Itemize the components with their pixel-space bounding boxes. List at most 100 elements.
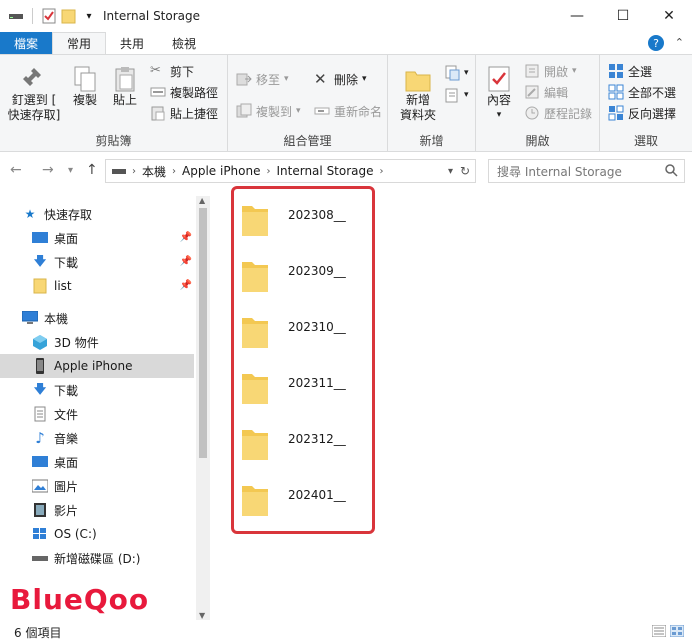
invert-selection-icon [608, 105, 624, 121]
nav-music[interactable]: ♪ 音樂 [0, 426, 194, 450]
watermark-logo: BlueQoo [10, 583, 150, 616]
copy-path-button[interactable]: 複製路徑 [150, 82, 218, 102]
qat-customize-icon[interactable]: ▾ [81, 8, 97, 24]
nav-list[interactable]: list 📌 [0, 274, 194, 298]
properties-qat-icon[interactable] [41, 8, 57, 24]
select-none-button[interactable]: 全部不選 [608, 82, 676, 102]
download-arrow-icon: 🡇 [33, 381, 47, 396]
nav-desktop[interactable]: 桌面 📌 [0, 226, 194, 250]
breadcrumb-iphone[interactable]: Apple iPhone [182, 164, 260, 178]
history-icon [525, 106, 539, 120]
copy-path-icon [150, 87, 166, 97]
desktop-icon [32, 454, 48, 470]
breadcrumb-chevron-icon[interactable]: › [267, 166, 271, 177]
select-group: 全選 全部不選 反向選擇 選取 [600, 55, 692, 152]
new-folder-button[interactable]: 新增 資料夾 [394, 65, 442, 123]
nav-apple-iphone[interactable]: Apple iPhone [0, 354, 194, 378]
paste-button[interactable]: 貼上 [108, 65, 142, 108]
cut-button[interactable]: ✂ 剪下 [150, 61, 194, 81]
nav-pictures[interactable]: 圖片 [0, 474, 194, 498]
details-view-icon[interactable] [652, 625, 666, 637]
refresh-icon[interactable]: ↻ [460, 164, 470, 178]
forward-arrow-icon[interactable]: → [42, 162, 54, 178]
history-button[interactable]: 歷程記錄 [524, 103, 592, 123]
copy-button[interactable]: 複製 [68, 65, 102, 108]
nav-desktop-pc[interactable]: 桌面 [0, 450, 194, 474]
back-arrow-icon[interactable]: ← [10, 162, 22, 178]
easy-access-button[interactable]: ▾ [444, 85, 469, 105]
move-to-button[interactable]: 移至 ▾ [236, 69, 289, 89]
scroll-down-icon[interactable]: ▼ [199, 611, 205, 620]
address-dropdown-icon[interactable]: ▾ [448, 166, 453, 177]
clipboard-group-label: 剪貼簿 [95, 134, 132, 148]
pin-label-line1: 釘選到 [ [11, 93, 57, 107]
search-box[interactable]: 搜尋 Internal Storage [488, 159, 685, 183]
copy-to-button[interactable]: 複製到 ▾ [236, 101, 301, 121]
breadcrumb-chevron-icon[interactable]: › [172, 166, 176, 177]
download-arrow-icon: 🡇 [33, 253, 47, 268]
nav-videos[interactable]: 影片 [0, 498, 194, 522]
nav-quick-access-label: 快速存取 [44, 207, 93, 222]
properties-button[interactable]: 內容 ▾ [482, 65, 516, 123]
scroll-thumb[interactable] [199, 208, 207, 458]
help-icon[interactable]: ? [648, 35, 664, 51]
new-folder-qat-icon[interactable] [61, 8, 77, 24]
rename-button[interactable]: 重新命名 [314, 101, 382, 121]
large-icons-view-icon[interactable] [670, 625, 684, 637]
scroll-up-icon[interactable]: ▲ [199, 196, 205, 205]
select-group-label: 選取 [633, 134, 658, 148]
nav-downloads-pc[interactable]: 🡇 下載 [0, 378, 194, 402]
nav-os-c[interactable]: OS (C:) [0, 522, 194, 546]
rename-label: 重新命名 [334, 104, 383, 119]
nav-downloads[interactable]: 🡇 下載 📌 [0, 250, 194, 274]
new-folder-icon [405, 71, 431, 92]
ribbon-collapse-icon[interactable]: ⌃ [675, 36, 684, 49]
nav-videos-label: 影片 [54, 503, 79, 518]
delete-button[interactable]: ✕ 刪除 ▾ [314, 69, 367, 89]
tab-share[interactable]: 共用 [106, 32, 158, 54]
tab-view[interactable]: 檢視 [158, 32, 210, 54]
nav-downloads-pc-label: 下載 [54, 383, 79, 398]
tab-home[interactable]: 常用 [52, 32, 107, 54]
close-button[interactable]: ✕ [646, 0, 692, 32]
search-placeholder: 搜尋 Internal Storage [497, 164, 622, 179]
paste-shortcut-label: 貼上捷徑 [170, 106, 219, 121]
invert-selection-label: 反向選擇 [628, 106, 677, 121]
nav-documents-label: 文件 [54, 407, 79, 422]
maximize-button[interactable]: ☐ [600, 0, 646, 32]
address-bar[interactable]: › 本機 › Apple iPhone › Internal Storage ›… [105, 159, 476, 183]
breadcrumb-chevron-icon[interactable]: › [380, 166, 384, 177]
open-button[interactable]: 開啟 ▾ [524, 61, 577, 81]
tab-file[interactable]: 檔案 [0, 32, 53, 54]
select-all-button[interactable]: 全選 [608, 61, 652, 81]
nav-this-pc[interactable]: 本機 [0, 306, 194, 330]
open-group-label: 開啟 [525, 134, 550, 148]
edit-button[interactable]: 編輯 [524, 82, 568, 102]
new-item-button[interactable]: ▾ [444, 63, 469, 83]
recent-locations-icon[interactable]: ▾ [68, 165, 73, 176]
nav-3d-objects[interactable]: 3D 物件 [0, 330, 194, 354]
select-none-label: 全部不選 [628, 85, 677, 100]
breadcrumb-chevron-icon[interactable]: › [132, 166, 136, 177]
paste-shortcut-button[interactable]: 貼上捷徑 [150, 103, 218, 123]
windows-drive-icon [32, 526, 48, 542]
status-bar: 6 個項目 [0, 620, 692, 644]
breadcrumb-internal-storage[interactable]: Internal Storage [277, 164, 374, 178]
paste-label: 貼上 [112, 93, 137, 107]
pin-icon [23, 68, 41, 86]
edit-label: 編輯 [544, 85, 569, 100]
breadcrumb-this-pc[interactable]: 本機 [142, 163, 166, 180]
up-arrow-icon[interactable]: ↑ [86, 162, 98, 178]
quick-access-toolbar: ▾ [0, 8, 97, 24]
invert-selection-button[interactable]: 反向選擇 [608, 103, 676, 123]
minimize-button[interactable]: — [554, 0, 600, 32]
nav-documents[interactable]: 文件 [0, 402, 194, 426]
nav-apple-iphone-label: Apple iPhone [54, 359, 133, 373]
nav-desktop-label: 桌面 [54, 231, 79, 246]
pin-quick-access-button[interactable]: 釘選到 [ 快速存取] [6, 65, 62, 123]
nav-quick-access[interactable]: ★ 快速存取 [0, 202, 194, 226]
move-to-icon [236, 73, 252, 86]
nav-scrollbar[interactable]: ▲ ▼ [196, 196, 210, 620]
organize-group: 移至 ▾ 複製到 ▾ ✕ 刪除 ▾ 重新命名 組合管理 [228, 55, 388, 152]
nav-new-volume-d[interactable]: 新增磁碟區 (D:) [0, 546, 194, 570]
